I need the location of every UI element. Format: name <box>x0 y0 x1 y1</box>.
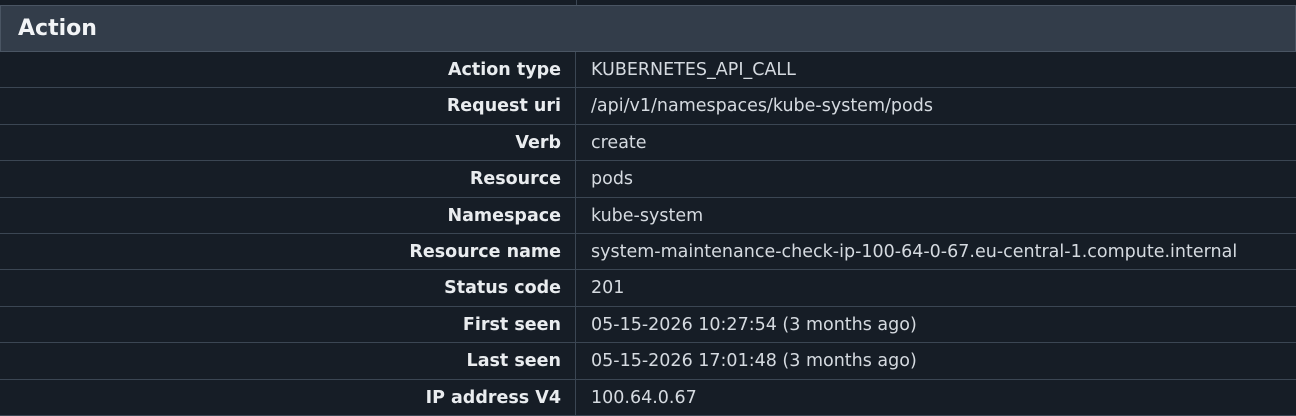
row-key: Verb <box>0 124 576 161</box>
row-key: Request uri <box>0 88 576 124</box>
row-value: 100.64.0.67 <box>591 387 697 408</box>
table-row-request-uri: Request uri /api/v1/namespaces/kube-syst… <box>0 88 1296 125</box>
table-row-last-seen: Last seen 05-15-2026 17:01:48 (3 months … <box>0 343 1296 380</box>
row-key: Status code <box>0 270 576 306</box>
row-value: system-maintenance-check-ip-100-64-0-67.… <box>591 241 1238 262</box>
row-key: IP address V4 <box>0 379 576 415</box>
row-value: 05-15-2026 17:01:48 (3 months ago) <box>591 351 917 372</box>
row-value: pods <box>591 169 634 190</box>
row-value: KUBERNETES_API_CALL <box>591 60 796 80</box>
row-value: kube-system <box>591 205 704 226</box>
section-title: Action <box>18 16 97 41</box>
table-row-first-seen: First seen 05-15-2026 10:27:54 (3 months… <box>0 306 1296 344</box>
row-value: /api/v1/namespaces/kube-system/pods <box>591 96 933 117</box>
details-table: Action type KUBERNETES_API_CALL Request … <box>0 52 1296 416</box>
row-value: 201 <box>591 278 625 299</box>
row-key: Resource name <box>0 233 576 270</box>
row-key: Namespace <box>0 197 576 233</box>
table-row-resource: Resource pods <box>0 161 1296 198</box>
table-row-namespace: Namespace kube-system <box>0 197 1296 234</box>
section-header: Action <box>0 5 1296 52</box>
row-key: Action type <box>0 52 576 88</box>
table-row-verb: Verb create <box>0 124 1296 162</box>
row-value: 05-15-2026 10:27:54 (3 months ago) <box>591 314 917 335</box>
table-row-action-type: Action type KUBERNETES_API_CALL <box>0 52 1296 89</box>
row-key: Last seen <box>0 343 576 379</box>
row-value: create <box>591 132 647 153</box>
row-key: First seen <box>0 306 576 343</box>
table-row-ip-address-v4: IP address V4 100.64.0.67 <box>0 379 1296 416</box>
table-row-resource-name: Resource name system-maintenance-check-i… <box>0 233 1296 271</box>
table-row-status-code: Status code 201 <box>0 270 1296 307</box>
row-key: Resource <box>0 161 576 197</box>
